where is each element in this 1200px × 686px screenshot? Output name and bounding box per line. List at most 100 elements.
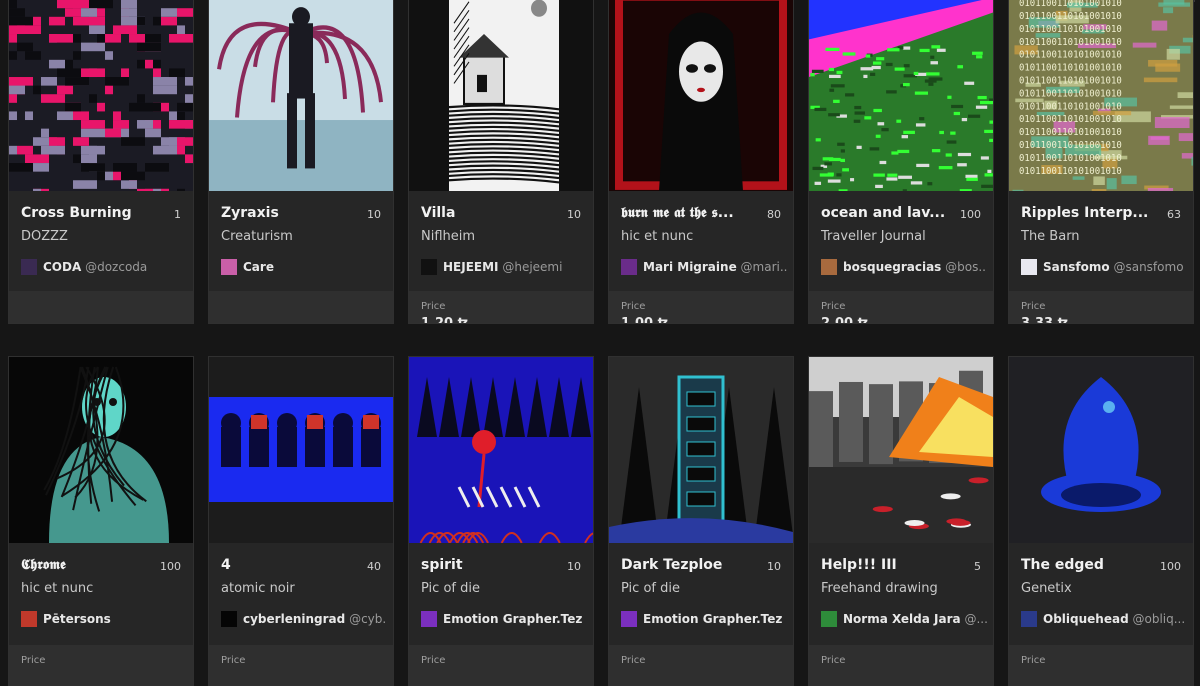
svg-text:0101100110101001010: 0101100110101001010 [1019,0,1122,9]
artist-name[interactable]: bosquegracias [843,260,941,274]
artist-name[interactable]: CODA [43,260,81,274]
collection-name[interactable]: Creaturism [221,229,381,244]
card-title[interactable]: Dark Tezploe [621,557,751,573]
blue-figures-artwork[interactable] [209,357,393,543]
artwork-card[interactable]: Dark Tezploe 10 Pic of die Emotion Graph… [608,356,794,686]
svg-text:0101100110101001010: 0101100110101001010 [1019,49,1122,60]
card-title[interactable]: spirit [421,557,551,573]
artist-name[interactable]: Norma Xelda Jara [843,612,961,626]
card-title[interactable]: Cross Burning [21,205,151,221]
artist-handle[interactable]: @dozcoda [85,260,147,274]
artist-name[interactable]: Obliquehead [1043,612,1129,626]
blue-helmet-artwork[interactable] [1009,357,1193,543]
price-box: Price [609,645,793,686]
price-box: Price 1.00 ꜩ [609,291,793,324]
artist-link[interactable]: Obliquehead @obliq... [1021,611,1187,629]
artist-name[interactable]: Care [243,260,274,274]
artwork-card[interactable]: 𝕮𝖍𝖗𝖔𝖒𝖊 100 hic et nunc Pētersons Price [8,356,194,686]
artist-name[interactable]: HEJEEMI [443,260,499,274]
collection-name[interactable]: hic et nunc [621,229,781,244]
card-title[interactable]: Ripples Interp... [1021,205,1151,221]
artist-link[interactable]: Emotion Grapher.Tez [421,611,587,629]
card-title[interactable]: 𝕮𝖍𝖗𝖔𝖒𝖊 [21,557,151,573]
artwork-card[interactable]: 4 40 atomic noir cyberleningrad @cyb... … [208,356,394,686]
artist-name[interactable]: cyberleningrad [243,612,345,626]
artwork-card[interactable]: Help!!! III 5 Freehand drawing Norma Xel… [808,356,994,686]
collection-name[interactable]: Pic of die [621,581,781,596]
artist-link[interactable]: CODA @dozcoda [21,259,187,277]
edition-count: 40 [367,560,381,573]
artist-link[interactable]: Sansfomo @sansfomo [1021,259,1187,277]
artist-handle[interactable]: @sansfomo [1113,260,1183,274]
artwork-card[interactable]: Villa 10 Niflheim HEJEEMI @hejeemi Price… [408,0,594,324]
artist-link[interactable]: Mari Migraine @mari... [621,259,787,277]
binary-ripples-artwork[interactable]: 0101100110101001010 0101100110101001010 01… [1009,0,1193,191]
edition-count: 100 [1160,560,1181,573]
price-value: 1.00 ꜩ [621,316,669,324]
collection-name[interactable]: Genetix [1021,581,1181,596]
price-label: Price [421,301,445,312]
artist-name[interactable]: Emotion Grapher.Tez [643,612,782,626]
artist-handle[interactable]: @bos... [945,260,987,274]
dark-tower-artwork[interactable] [609,357,793,543]
collection-name[interactable]: hic et nunc [21,581,181,596]
collection-name[interactable]: Traveller Journal [821,229,981,244]
artist-handle[interactable]: @... [964,612,987,626]
artist-name[interactable]: Emotion Grapher.Tez [443,612,582,626]
card-title[interactable]: Villa [421,205,551,221]
card-title[interactable]: Zyraxis [221,205,351,221]
artist-link[interactable]: Emotion Grapher.Tez [621,611,787,629]
card-title[interactable]: Help!!! III [821,557,951,573]
price-box [209,291,393,324]
card-title[interactable]: The edged [1021,557,1151,573]
artwork-card[interactable]: Zyraxis 10 Creaturism Care [208,0,394,324]
artist-handle[interactable]: @hejeemi [502,260,562,274]
collection-name[interactable]: Pic of die [421,581,581,596]
tentacle-creature-artwork[interactable] [209,0,393,191]
price-box: Price [209,645,393,686]
card-title[interactable]: ocean and lav... [821,205,951,221]
collection-name[interactable]: Freehand drawing [821,581,981,596]
artist-link[interactable]: bosquegracias @bos... [821,259,987,277]
ghost-face-artwork[interactable] [9,357,193,543]
collection-name[interactable]: Niflheim [421,229,581,244]
card-title[interactable]: 4 [221,557,351,573]
svg-text:0101100110101001010: 0101100110101001010 [1019,166,1122,177]
svg-text:0101100110101001010: 0101100110101001010 [1019,114,1122,125]
artwork-card[interactable]: The edged 100 Genetix Obliquehead @obliq… [1008,356,1194,686]
artwork-card[interactable]: 0101100110101001010 0101100110101001010 01… [1008,0,1194,324]
collection-name[interactable]: DOZZZ [21,229,181,244]
pixel-glitch-artwork[interactable] [9,0,193,191]
gothic-girl-artwork[interactable] [609,0,793,191]
card-title[interactable]: 𝖇𝖚𝖗𝖓 𝖒𝖊 𝖆𝖙 𝖙𝖍𝖊 𝖘... [621,205,751,221]
svg-text:0101100110101001010: 0101100110101001010 [1019,11,1122,22]
artwork-card[interactable]: 𝖇𝖚𝖗𝖓 𝖒𝖊 𝖆𝖙 𝖙𝖍𝖊 𝖘... 80 hic et nunc Mari … [608,0,794,324]
price-value: 1.20 ꜩ [421,316,469,324]
skeleton-spirit-artwork[interactable] [409,357,593,543]
burning-city-artwork[interactable] [809,357,993,543]
artist-link[interactable]: Care [221,259,387,277]
artist-handle[interactable]: @cyb... [349,612,387,626]
collection-name[interactable]: atomic noir [221,581,381,596]
artist-link[interactable]: Norma Xelda Jara @... [821,611,987,629]
ocean-lava-artwork[interactable] [809,0,993,191]
artist-handle[interactable]: @mari... [741,260,787,274]
artist-link[interactable]: cyberleningrad @cyb... [221,611,387,629]
svg-text:0101100110101001010: 0101100110101001010 [1019,153,1122,164]
edition-count: 10 [767,560,781,573]
artwork-card[interactable]: spirit 10 Pic of die Emotion Grapher.Tez… [408,356,594,686]
head-avatar-icon [1021,611,1037,627]
artist-name[interactable]: Mari Migraine [643,260,737,274]
svg-text:0101100110101001010: 0101100110101001010 [1019,24,1122,35]
artist-link[interactable]: Pētersons [21,611,187,629]
artist-name[interactable]: Pētersons [43,612,111,626]
artist-link[interactable]: HEJEEMI @hejeemi [421,259,587,277]
artist-name[interactable]: Sansfomo [1043,260,1110,274]
artwork-card[interactable]: ocean and lav... 100 Traveller Journal b… [808,0,994,324]
artwork-card[interactable]: Cross Burning 1 DOZZZ CODA @dozcoda [8,0,194,324]
artist-handle[interactable]: @obliq... [1133,612,1186,626]
collection-name[interactable]: The Barn [1021,229,1181,244]
edition-count: 10 [567,560,581,573]
house-woodcut-artwork[interactable] [409,0,593,191]
price-label: Price [621,655,645,666]
